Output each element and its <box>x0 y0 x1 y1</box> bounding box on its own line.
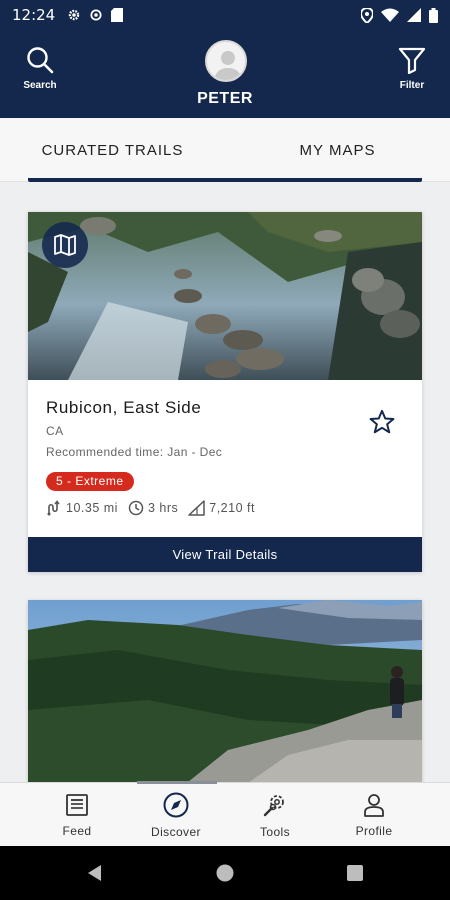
newspaper-icon <box>66 794 88 816</box>
status-system-icons <box>361 7 438 23</box>
elevation-value: 7,210 ft <box>209 501 255 515</box>
nav-item-tools[interactable]: Tools <box>225 783 325 847</box>
filter-label: Filter <box>399 80 425 91</box>
duration-value: 3 hrs <box>147 501 179 515</box>
clock-icon <box>128 500 144 516</box>
compass-icon <box>163 792 189 818</box>
system-nav-bar <box>0 846 450 900</box>
distance-value: 10.35 mi <box>66 501 118 515</box>
person-icon <box>364 794 384 817</box>
default-user-icon <box>214 51 242 80</box>
nav-label-discover: Discover <box>151 825 201 839</box>
nav-label-profile: Profile <box>355 824 393 838</box>
status-bar: 12:24 <box>0 0 450 30</box>
home-icon[interactable] <box>216 864 234 882</box>
search-icon <box>27 47 54 74</box>
trail-title: Rubicon, East Side <box>46 398 202 417</box>
trail-photo <box>28 212 422 380</box>
trail-card[interactable]: Rubicon, East Side CA Recommended time: … <box>28 212 422 572</box>
elevation-stat: 7,210 ft <box>188 500 255 516</box>
favorite-star-icon[interactable] <box>368 408 396 436</box>
route-icon <box>47 500 60 516</box>
location-icon <box>361 7 373 23</box>
view-trail-details-button[interactable]: View Trail Details <box>28 537 422 572</box>
tab-curated-trails[interactable]: CURATED TRAILS <box>0 118 225 182</box>
filter-icon <box>398 47 426 74</box>
difficulty-badge: 5 - Extreme <box>46 472 134 491</box>
wifi-icon <box>381 8 399 22</box>
duration-stat: 3 hrs <box>128 500 178 516</box>
battery-icon <box>429 7 438 23</box>
trail-state: CA <box>46 424 64 438</box>
map-icon <box>54 234 76 256</box>
trail-card[interactable] <box>28 600 422 790</box>
status-time: 12:24 <box>12 6 56 24</box>
username: PETER <box>197 90 253 107</box>
map-badge[interactable] <box>42 222 88 268</box>
settings-icon <box>90 9 102 21</box>
recents-icon[interactable] <box>346 864 364 882</box>
nav-active-indicator <box>137 781 217 784</box>
avatar[interactable] <box>205 40 247 82</box>
wrench-gear-icon <box>263 795 284 817</box>
nav-item-feed[interactable]: Feed <box>27 783 127 847</box>
trail-stats: 10.35 mi 3 hrs 7,210 ft <box>46 500 255 516</box>
app-header: Search PETER Filter <box>0 30 450 118</box>
nav-label-feed: Feed <box>62 824 92 838</box>
trail-recommended-time: Recommended time: Jan - Dec <box>46 445 223 459</box>
search-button[interactable]: Search <box>10 46 70 91</box>
elevation-icon <box>188 500 205 516</box>
signal-icon <box>407 8 421 22</box>
gear-icon <box>68 9 80 21</box>
nav-item-profile[interactable]: Profile <box>324 783 424 847</box>
tab-active-indicator <box>28 178 422 182</box>
sd-card-icon <box>111 8 124 22</box>
tab-bar: CURATED TRAILS MY MAPS <box>0 118 450 182</box>
nav-item-discover[interactable]: Discover <box>126 783 226 847</box>
back-icon[interactable] <box>86 864 104 882</box>
nav-label-tools: Tools <box>259 825 290 839</box>
tab-my-maps[interactable]: MY MAPS <box>225 118 450 182</box>
bottom-nav: Feed Discover Tools Profile <box>0 782 450 846</box>
distance-stat: 10.35 mi <box>46 500 118 516</box>
status-notification-icons <box>67 8 124 22</box>
filter-button[interactable]: Filter <box>382 46 442 91</box>
trail-photo <box>28 600 422 790</box>
